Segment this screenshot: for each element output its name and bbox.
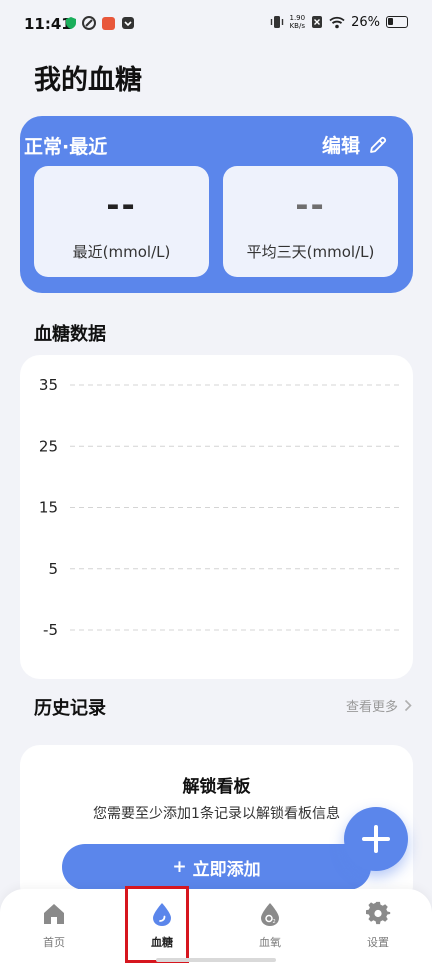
three-day-average-value: -- <box>295 186 326 224</box>
message-icon <box>122 17 134 29</box>
nav-item-blood-oxygen[interactable]: 2 血氧 <box>216 889 324 964</box>
status-notification-icons <box>66 16 135 30</box>
status-time: 11:41 <box>24 15 72 33</box>
gear-icon <box>366 901 391 925</box>
nav-label-blood-oxygen: 血氧 <box>259 936 281 949</box>
nav-item-home[interactable]: 首页 <box>0 889 108 964</box>
recent-card-title: 正常·最近 <box>24 136 108 158</box>
status-bar: 11:41 1.90 KB/s 26% <box>0 0 432 52</box>
blood-drop-icon <box>153 903 171 926</box>
add-now-label: 立即添加 <box>192 859 261 880</box>
shield-icon <box>66 17 76 29</box>
add-record-fab[interactable] <box>344 807 408 871</box>
home-indicator <box>156 958 276 962</box>
vibrate-icon <box>270 16 283 28</box>
wifi-icon <box>329 16 345 28</box>
unlock-title: 解锁看板 <box>182 777 251 797</box>
chevron-right-icon <box>404 699 412 712</box>
oxygen-drop-icon: 2 <box>261 903 279 926</box>
latest-reading-label: 最近(mmol/L) <box>72 243 171 261</box>
app-icon <box>82 16 96 30</box>
latest-reading-box: -- 最近(mmol/L) <box>34 166 209 277</box>
page-title: 我的血糖 <box>34 65 142 96</box>
edit-button[interactable]: 编辑 <box>322 131 388 158</box>
y-tick-label: 5 <box>48 560 58 578</box>
latest-reading-value: -- <box>106 186 137 224</box>
bottom-navigation: 首页 血糖 2 血氧 设置 <box>0 889 432 964</box>
store-icon <box>102 16 115 30</box>
nav-label-home: 首页 <box>43 936 65 949</box>
y-tick-label: 15 <box>39 499 58 517</box>
edit-label: 编辑 <box>321 135 360 157</box>
view-more-label: 查看更多 <box>345 700 398 715</box>
home-icon <box>44 904 64 924</box>
blood-sugar-chart: 35 25 15 5 -5 <box>39 376 402 639</box>
blood-sugar-chart-card: 35 25 15 5 -5 <box>20 355 413 679</box>
y-tick-label: 35 <box>39 376 58 394</box>
net-speed: 1.90 KB/s <box>289 14 306 30</box>
three-day-average-label: 平均三天(mmol/L) <box>246 243 375 261</box>
view-more-link[interactable]: 查看更多 <box>346 696 412 715</box>
history-section-title: 历史记录 <box>34 698 106 719</box>
status-right: 1.90 KB/s 26% <box>270 14 408 30</box>
battery-icon <box>386 16 408 28</box>
y-tick-label: 25 <box>39 437 58 455</box>
y-tick-label: -5 <box>43 621 58 639</box>
no-sim-icon <box>312 16 323 28</box>
chart-section-title: 血糖数据 <box>34 324 106 345</box>
battery-percent: 26% <box>351 14 380 30</box>
three-day-average-box: -- 平均三天(mmol/L) <box>223 166 398 277</box>
nav-item-settings[interactable]: 设置 <box>324 889 432 964</box>
plus-icon <box>362 825 390 853</box>
svg-text:2: 2 <box>273 919 276 925</box>
add-now-plus: + <box>172 857 187 877</box>
nav-item-blood-sugar[interactable]: 血糖 <box>108 889 216 964</box>
nav-label-blood-sugar: 血糖 <box>151 936 173 949</box>
nav-label-settings: 设置 <box>367 936 389 949</box>
pencil-icon <box>370 136 387 153</box>
add-now-button[interactable]: + 立即添加 <box>62 844 371 890</box>
